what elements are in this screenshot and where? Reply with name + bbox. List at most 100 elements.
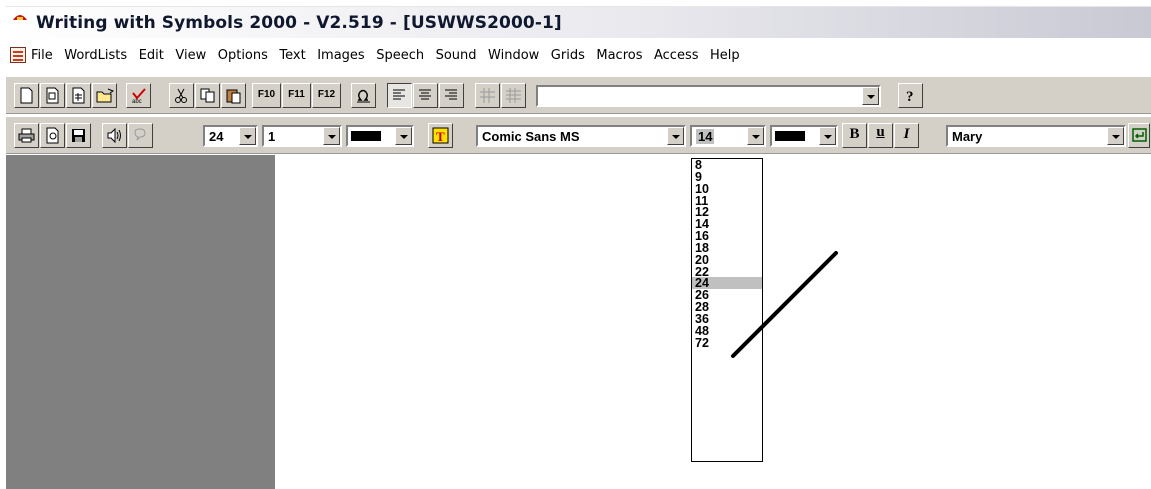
menu-item-file[interactable]: File	[31, 48, 64, 63]
font-name-select[interactable]: Comic Sans MS	[476, 125, 686, 147]
title-bar: Writing with Symbols 2000 - V2.519 - [US…	[6, 6, 1151, 38]
printer-icon	[18, 128, 35, 143]
align-right-button[interactable]	[439, 83, 464, 108]
print-preview-icon	[46, 127, 59, 144]
line-color-select[interactable]	[346, 125, 414, 147]
spellcheck-icon: abc	[132, 88, 146, 104]
chevron-down-icon[interactable]	[819, 127, 836, 145]
help-button[interactable]: ?	[898, 83, 923, 108]
menu-item-images[interactable]: Images	[317, 48, 376, 63]
print-preview-button[interactable]	[40, 123, 65, 148]
menu-item-speech[interactable]: Speech	[376, 48, 435, 63]
text-color-select[interactable]	[770, 125, 838, 147]
symbol-button[interactable]	[351, 83, 376, 108]
chevron-down-icon[interactable]	[862, 87, 879, 105]
app-logo-icon	[13, 15, 27, 20]
menu-item-options[interactable]: Options	[218, 48, 280, 63]
speak-button[interactable]	[102, 123, 127, 148]
svg-text:abc: abc	[132, 99, 142, 104]
svg-text:T: T	[436, 129, 445, 144]
color-swatch	[775, 131, 805, 141]
font-size-option[interactable]: 18	[692, 242, 762, 254]
template-select[interactable]	[536, 85, 881, 107]
menu-item-window[interactable]: Window	[488, 48, 551, 63]
symbol-side-panel	[6, 155, 275, 489]
spellcheck-button[interactable]: abc	[126, 83, 151, 108]
document-menu-icon[interactable]	[10, 47, 26, 63]
font-size-option[interactable]: 8	[692, 159, 762, 171]
speech-icon	[134, 128, 146, 141]
format-toolbar: 24 1 T Comic Sans MS 14 B u I Mary	[6, 116, 1151, 154]
window-title: Writing with Symbols 2000 - V2.519 - [US…	[36, 13, 562, 33]
omega-icon	[357, 89, 370, 103]
open-folder-icon	[96, 88, 115, 103]
new-document-button[interactable]	[14, 83, 39, 108]
voice-select[interactable]: Mary	[946, 125, 1126, 147]
align-right-icon	[445, 89, 457, 100]
enter-button[interactable]	[1128, 123, 1150, 148]
speak-disabled-button[interactable]	[128, 123, 153, 148]
print-button[interactable]	[14, 123, 39, 148]
font-size-option[interactable]: 9	[692, 171, 762, 183]
paste-button[interactable]	[221, 83, 246, 108]
copy-button[interactable]	[195, 83, 220, 108]
menu-item-text[interactable]: Text	[279, 48, 317, 63]
enter-arrow-icon	[1132, 128, 1147, 142]
italic-button[interactable]: I	[894, 123, 919, 148]
text-format-button[interactable]: T	[428, 123, 453, 148]
line-select[interactable]: 1	[262, 125, 342, 147]
menu-items: File WordLists Edit View Options Text Images Sp…	[31, 48, 751, 63]
align-center-button[interactable]	[413, 83, 438, 108]
menu-bar: File WordLists Edit View Options Text Images Sp…	[6, 40, 1151, 72]
cut-button[interactable]	[169, 83, 194, 108]
grid-button[interactable]	[475, 83, 500, 108]
svg-text:?: ?	[906, 89, 914, 104]
f12-button[interactable]: F12	[312, 83, 341, 108]
new-grid-button[interactable]	[66, 83, 91, 108]
align-center-icon	[419, 89, 431, 100]
chevron-down-icon[interactable]	[667, 127, 684, 145]
chevron-down-icon[interactable]	[323, 127, 340, 145]
chevron-down-icon[interactable]	[239, 127, 256, 145]
chevron-down-icon[interactable]	[747, 127, 764, 145]
font-size-select[interactable]: 14	[690, 125, 766, 147]
f11-button[interactable]: F11	[282, 83, 311, 108]
menu-item-edit[interactable]: Edit	[139, 48, 176, 63]
menu-item-sound[interactable]: Sound	[436, 48, 488, 63]
align-left-button[interactable]	[387, 83, 412, 108]
font-size-option[interactable]: 10	[692, 183, 762, 195]
bold-button[interactable]: B	[842, 123, 867, 148]
font-size-option[interactable]: 48	[692, 325, 762, 337]
chevron-down-icon[interactable]	[1107, 127, 1124, 145]
table-grid-button[interactable]	[501, 83, 526, 108]
table-grid-icon	[506, 88, 521, 103]
align-left-icon	[393, 89, 405, 100]
f10-button[interactable]: F10	[252, 83, 281, 108]
menu-item-access[interactable]: Access	[654, 48, 710, 63]
paste-icon	[226, 89, 241, 104]
help-question-icon: ?	[906, 89, 914, 104]
new-template-button[interactable]	[40, 83, 65, 108]
new-document-icon	[20, 87, 33, 104]
text-t-icon: T	[432, 127, 449, 144]
symbol-size-select[interactable]: 24	[203, 125, 258, 147]
speaker-icon	[107, 127, 121, 144]
underline-button[interactable]: u	[868, 123, 893, 148]
color-swatch	[351, 131, 381, 141]
font-size-dropdown-list: 8 9 10 11 12 14 16 18 20 22 24 26 28 36 48 72	[691, 158, 763, 462]
menu-item-wordlists[interactable]: WordLists	[64, 48, 138, 63]
open-button[interactable]	[92, 83, 117, 108]
menu-item-macros[interactable]: Macros	[596, 48, 654, 63]
font-size-option[interactable]: 20	[692, 254, 762, 266]
template-icon	[46, 87, 59, 104]
chevron-down-icon[interactable]	[395, 127, 412, 145]
menu-item-help[interactable]: Help	[710, 48, 751, 63]
floppy-disk-icon	[72, 129, 85, 142]
save-button[interactable]	[66, 123, 91, 148]
menu-item-grids[interactable]: Grids	[551, 48, 597, 63]
menu-item-view[interactable]: View	[175, 48, 217, 63]
copy-icon	[200, 88, 215, 103]
scissors-icon	[175, 88, 187, 103]
font-size-option[interactable]: 72	[692, 336, 762, 348]
grid-document-icon	[72, 87, 85, 104]
